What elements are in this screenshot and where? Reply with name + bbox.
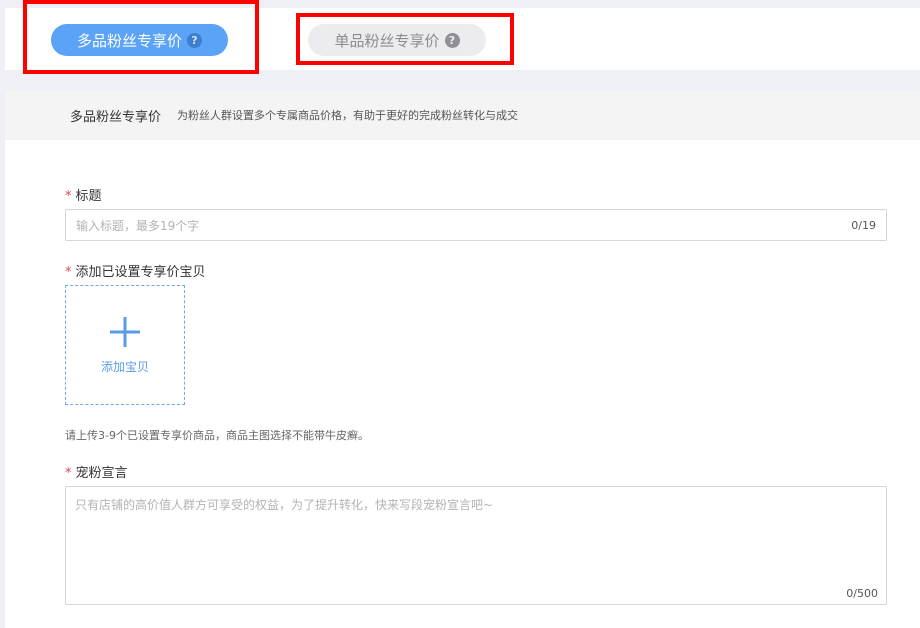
add-item-label: 添加宝贝	[100, 359, 149, 374]
slogan-char-counter: 0/500	[846, 587, 878, 600]
form-panel: 多品粉丝专享价 为粉丝人群设置多个专属商品价格，有助于更好的完成粉丝转化与成交 …	[5, 90, 920, 628]
title-label-text: 标题	[75, 189, 102, 204]
required-mark: *	[65, 265, 72, 280]
required-mark: *	[65, 466, 72, 481]
title-input-placeholder: 输入标题，最多19个字	[76, 218, 200, 233]
info-description: 为粉丝人群设置多个专属商品价格，有助于更好的完成粉丝转化与成交	[177, 109, 519, 122]
add-items-label-text: 添加已设置专享价宝贝	[75, 265, 206, 280]
required-mark: *	[65, 189, 72, 204]
info-bar: 多品粉丝专享价 为粉丝人群设置多个专属商品价格，有助于更好的完成粉丝转化与成交	[5, 90, 920, 140]
upload-hint: 请上传3-9个已设置专享价商品，商品主图选择不能带牛皮癣。	[65, 429, 369, 442]
title-label: * 标题	[65, 185, 102, 204]
highlight-box	[23, 0, 259, 74]
info-title: 多品粉丝专享价	[70, 109, 162, 125]
add-items-label: * 添加已设置专享价宝贝	[65, 261, 206, 280]
highlight-box	[296, 13, 514, 65]
slogan-textarea[interactable]: 只有店铺的高价值人群方可享受的权益，为了提升转化，快来写段宠粉宣言吧~ 0/50…	[65, 486, 887, 605]
slogan-label-text: 宠粉宣言	[75, 466, 128, 481]
title-char-counter: 0/19	[851, 218, 876, 232]
plus-icon	[110, 316, 140, 347]
slogan-label: * 宠粉宣言	[65, 462, 128, 481]
slogan-placeholder: 只有店铺的高价值人群方可享受的权益，为了提升转化，快来写段宠粉宣言吧~	[75, 498, 494, 512]
add-item-button[interactable]: 添加宝贝	[65, 285, 185, 405]
title-input[interactable]: 输入标题，最多19个字 0/19	[65, 209, 887, 241]
